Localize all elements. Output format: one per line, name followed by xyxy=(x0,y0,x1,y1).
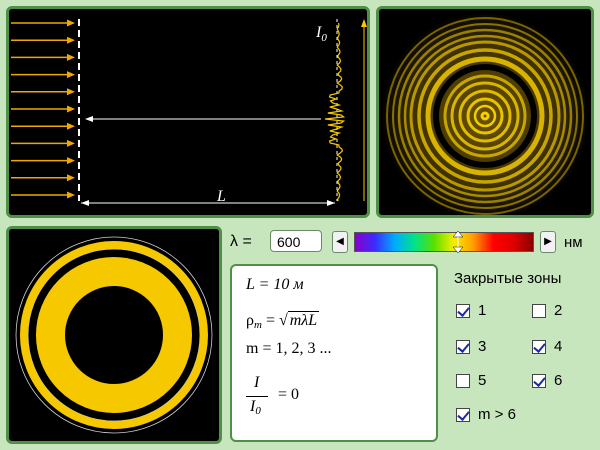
dimension-arrow-right-icon xyxy=(327,200,335,206)
ray-arrow-icon xyxy=(67,139,75,147)
wavelength-slider[interactable] xyxy=(354,231,534,253)
wavelength-label: λ = xyxy=(230,233,252,250)
zone-checkbox-label: 4 xyxy=(554,338,563,355)
ray-arrow-icon xyxy=(67,53,75,61)
ray-arrow-icon xyxy=(67,157,75,165)
zone-checkbox[interactable] xyxy=(532,304,546,318)
distance-formula: L = 10 м xyxy=(246,276,304,293)
zone-checkbox[interactable] xyxy=(532,374,546,388)
axis-arrow-icon xyxy=(85,116,93,122)
ray-arrow-icon xyxy=(67,19,75,27)
intensity-label: I0 xyxy=(315,24,327,44)
zone-checkbox[interactable] xyxy=(456,408,470,422)
formula-panel: L = 10 м ρm = √ mλL m = 1, 2, 3 ... I I0 … xyxy=(230,264,438,442)
intensity-axis-arrow-icon xyxy=(361,19,367,27)
diffraction-pattern xyxy=(381,12,589,215)
ray-arrow-icon xyxy=(67,174,75,182)
setup-diagram-panel: I0 L xyxy=(6,6,370,218)
zone-rings xyxy=(15,236,213,434)
setup-diagram: I0 L xyxy=(11,19,367,206)
zone-checkbox[interactable] xyxy=(456,340,470,354)
slider-handle-icon[interactable] xyxy=(453,231,464,253)
ray-arrow-icon xyxy=(67,88,75,96)
wavelength-unit: нм xyxy=(564,234,583,251)
ray-arrow-icon xyxy=(67,71,75,79)
zone-checkbox-label: 2 xyxy=(554,302,563,319)
zone-checkbox-label: 5 xyxy=(478,372,487,389)
zone-checkbox-label: 6 xyxy=(554,372,563,389)
diffraction-pattern-panel xyxy=(376,6,594,218)
ray-arrow-icon xyxy=(67,105,75,113)
closed-zones-title: Закрытые зоны xyxy=(454,270,562,287)
zone-checkbox[interactable] xyxy=(532,340,546,354)
zone-checkbox-label: m > 6 xyxy=(478,406,516,423)
ray-arrow-icon xyxy=(67,191,75,199)
open-zone-ring xyxy=(51,272,177,398)
radius-formula: ρm = √ mλL xyxy=(246,311,320,331)
ray-arrow-icon xyxy=(67,122,75,130)
wavelength-input[interactable]: 600 xyxy=(270,230,322,252)
wavelength-increase-button[interactable]: ▶ xyxy=(540,231,556,253)
intensity-profile xyxy=(324,22,346,202)
zone-checkbox-label: 1 xyxy=(478,302,487,319)
wavelength-decrease-button[interactable]: ◀ xyxy=(332,231,348,253)
incident-rays xyxy=(11,19,75,199)
ray-arrow-icon xyxy=(67,36,75,44)
zone-checkbox[interactable] xyxy=(456,374,470,388)
zone-checkbox[interactable] xyxy=(456,304,470,318)
zone-plate xyxy=(15,236,213,434)
zone-plate-panel xyxy=(6,226,222,444)
dimension-arrow-left-icon xyxy=(81,200,89,206)
intensity-ratio-formula: I I0 = 0 xyxy=(246,374,356,424)
zone-checkbox-label: 3 xyxy=(478,338,487,355)
wavelength-control: λ = 600 ◀ ▶ нм xyxy=(230,230,594,256)
distance-label: L xyxy=(216,188,226,205)
m-values-formula: m = 1, 2, 3 ... xyxy=(246,340,332,357)
